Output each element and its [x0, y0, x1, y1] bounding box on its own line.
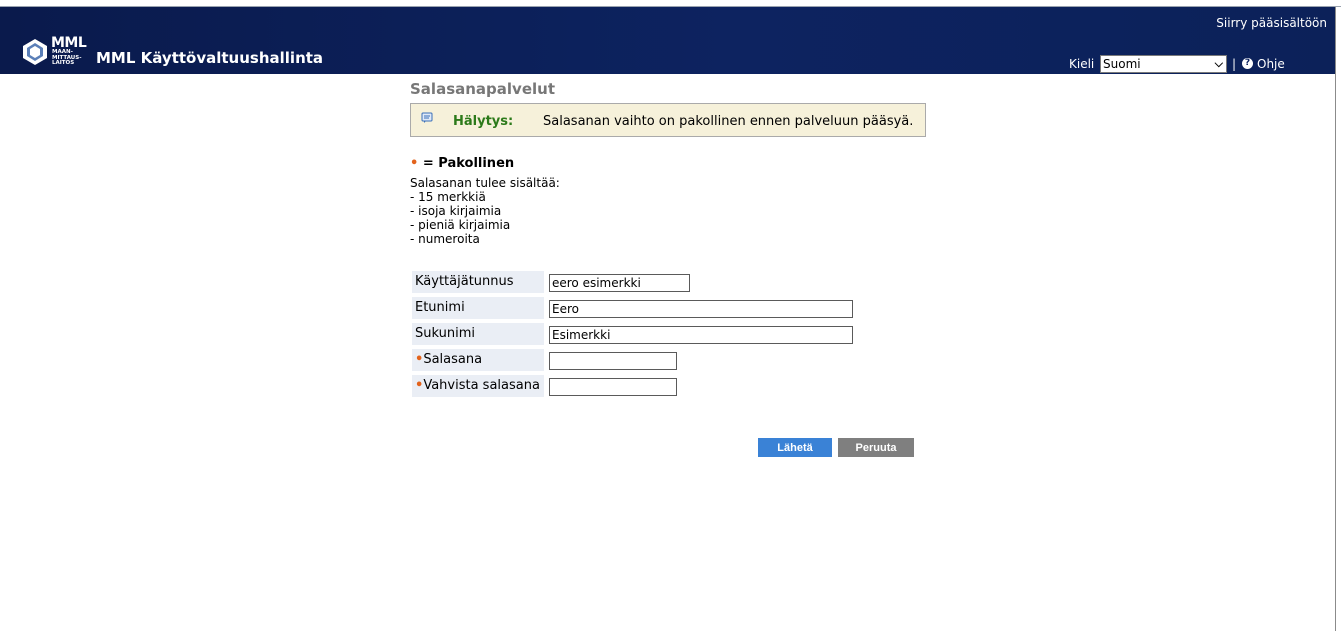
help-icon[interactable]: ? — [1242, 58, 1253, 69]
firstname-label: Etunimi — [412, 297, 544, 319]
alert-box: Hälytys: Salasanan vaihto on pakollinen … — [410, 103, 926, 137]
skip-to-content-link[interactable]: Siirry pääsisältöön — [1216, 16, 1327, 30]
message-icon — [421, 112, 433, 123]
form-row-lastname: Sukunimi — [412, 323, 853, 345]
window-right-border — [1335, 7, 1336, 631]
password-label: •Salasana — [412, 349, 544, 371]
password-rules: Salasanan tulee sisältää: - 15 merkkiä -… — [410, 176, 560, 246]
password-rule: - 15 merkkiä — [410, 190, 486, 204]
alert-label: Hälytys: — [453, 114, 514, 129]
submit-button[interactable]: Lähetä — [758, 438, 832, 457]
username-field[interactable] — [549, 274, 690, 292]
logo[interactable]: MML MAAN- MITTAUS- LAITOS — [9, 36, 89, 66]
lastname-field[interactable] — [549, 326, 853, 344]
form-row-firstname: Etunimi — [412, 297, 853, 319]
confirm-password-field[interactable] — [549, 378, 677, 396]
password-rule: - pieniä kirjaimia — [410, 218, 511, 232]
alert-message: Salasanan vaihto on pakollinen ennen pal… — [543, 114, 914, 129]
mml-logo-icon — [23, 39, 47, 65]
language-label: Kieli — [1069, 57, 1095, 71]
lastname-label: Sukunimi — [412, 323, 544, 345]
password-rules-title: Salasanan tulee sisältää: — [410, 176, 560, 190]
form-row-username: Käyttäjätunnus — [412, 271, 852, 293]
page-title: Salasanapalvelut — [410, 80, 555, 98]
logo-brand: MML — [51, 35, 87, 51]
form-row-password: •Salasana — [412, 349, 852, 371]
header-separator: | — [1232, 57, 1237, 71]
required-dot-icon: • — [410, 156, 419, 171]
username-label: Käyttäjätunnus — [412, 271, 544, 293]
firstname-field[interactable] — [549, 300, 853, 318]
language-select[interactable]: Suomi ⌵ — [1100, 55, 1227, 73]
password-rule: - isoja kirjaimia — [410, 204, 502, 218]
password-rule: - numeroita — [410, 232, 480, 246]
confirm-password-label: •Vahvista salasana — [412, 375, 544, 397]
required-legend: • = Pakollinen — [410, 156, 515, 171]
help-link[interactable]: Ohje — [1257, 57, 1285, 71]
password-field[interactable] — [549, 352, 677, 370]
chevron-down-icon: ⌵ — [1214, 57, 1223, 70]
app-title: MML Käyttövaltuushallinta — [96, 49, 324, 67]
header-bar: Siirry pääsisältöön MML MAAN- MITTAUS- L… — [0, 7, 1335, 74]
cancel-button[interactable]: Peruuta — [838, 438, 914, 457]
logo-subtitle: MAAN- MITTAUS- LAITOS — [52, 49, 82, 66]
form-row-confirm-password: •Vahvista salasana — [412, 375, 852, 397]
language-selected-value: Suomi — [1103, 57, 1141, 71]
